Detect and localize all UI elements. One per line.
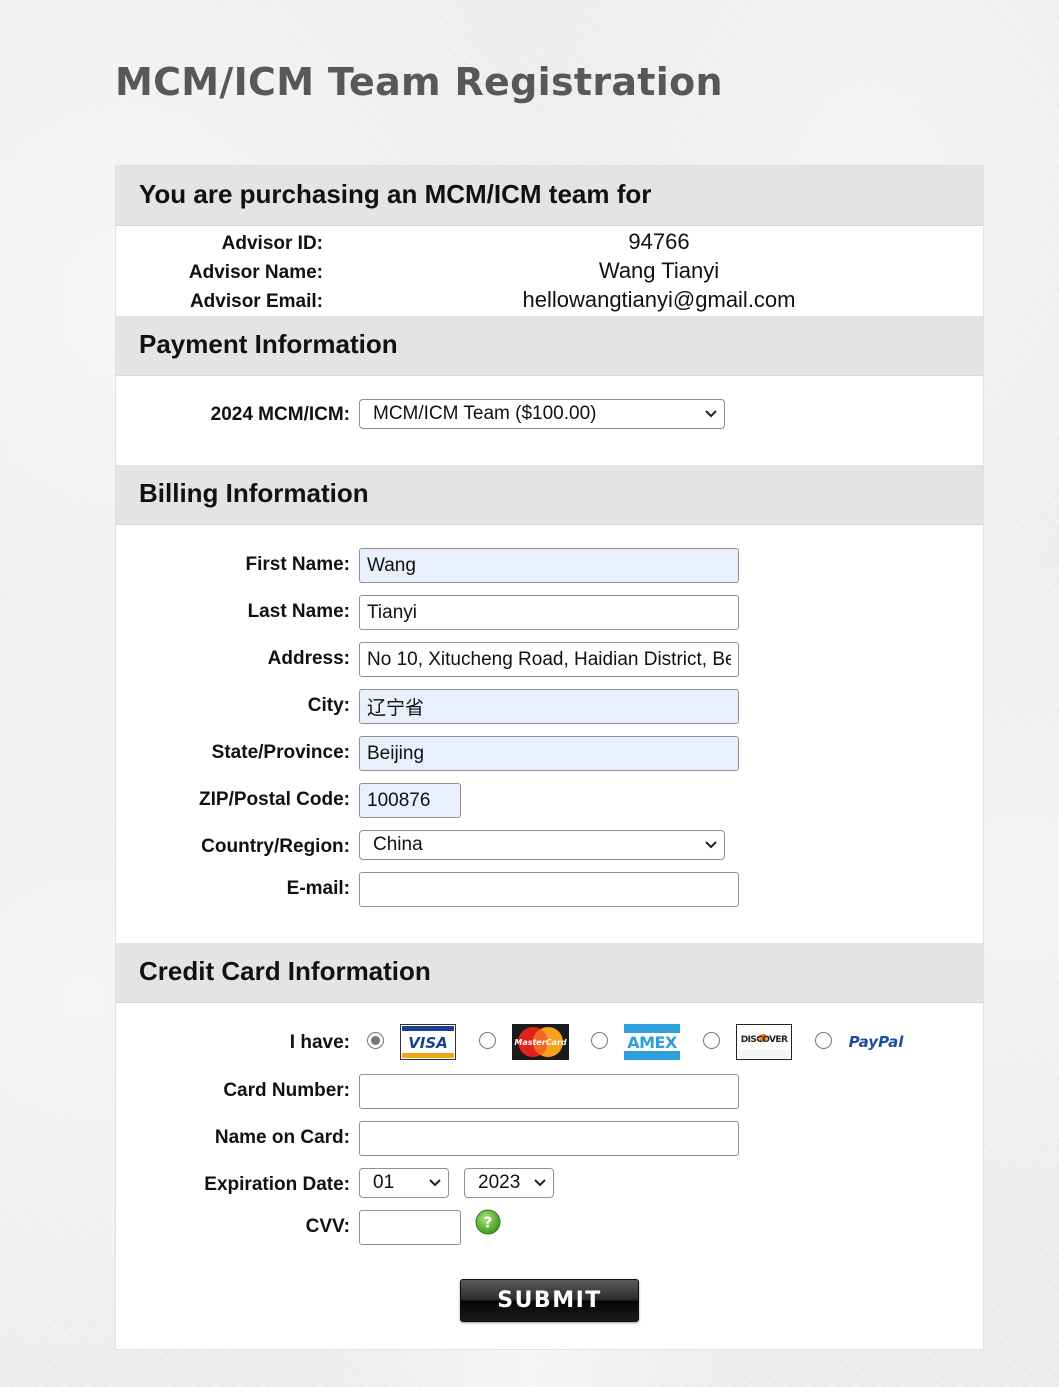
discover-logo-icon[interactable]: DISCOVER	[736, 1024, 792, 1060]
product-select-value: MCM/ICM Team ($100.00)	[373, 403, 597, 424]
exp-year-value: 2023	[478, 1172, 521, 1193]
paypal-logo-icon[interactable]: PayPal	[846, 1024, 906, 1060]
exp-month-value: 01	[373, 1172, 395, 1193]
chevron-down-icon	[534, 1179, 546, 1187]
country-select[interactable]: China	[359, 830, 725, 860]
email-field[interactable]	[359, 872, 739, 907]
payment-header-text: Payment Information	[139, 329, 398, 359]
paypal-logo-text: PayPal	[849, 1033, 905, 1051]
advisor-email-label: Advisor Email:	[189, 291, 323, 312]
amex-logo-icon[interactable]: AMEX	[624, 1024, 680, 1060]
first-name-label: First Name:	[245, 554, 350, 575]
name-on-card-field[interactable]	[359, 1121, 739, 1156]
question-mark-help-icon[interactable]: ?	[475, 1209, 501, 1235]
visa-logo-icon[interactable]: VISA	[400, 1024, 456, 1060]
credit-card-section-header: Credit Card Information	[116, 943, 983, 1003]
zip-field[interactable]	[359, 783, 461, 818]
product-select[interactable]: MCM/ICM Team ($100.00)	[359, 399, 725, 429]
mastercard-logo-text: MasterCard	[514, 1038, 567, 1047]
billing-header-text: Billing Information	[139, 478, 369, 508]
city-label: City:	[307, 695, 350, 716]
amex-logo-text: AMEX	[627, 1033, 678, 1052]
cvv-label: CVV:	[305, 1216, 350, 1237]
advisor-name-label: Advisor Name:	[188, 262, 323, 283]
visa-radio[interactable]	[367, 1032, 384, 1049]
mastercard-radio[interactable]	[479, 1032, 496, 1049]
card-number-field[interactable]	[359, 1074, 739, 1109]
last-name-label: Last Name:	[247, 601, 350, 622]
first-name-field[interactable]	[359, 548, 739, 583]
advisor-email-value: hellowangtianyi@gmail.com	[522, 287, 796, 312]
discover-radio[interactable]	[703, 1032, 720, 1049]
advisor-id-label: Advisor ID:	[221, 233, 323, 254]
chevron-down-icon	[705, 841, 717, 849]
city-field[interactable]	[359, 689, 739, 724]
name-on-card-label: Name on Card:	[214, 1127, 350, 1148]
advisor-id-value: 94766	[628, 229, 690, 254]
purchase-section-header: You are purchasing an MCM/ICM team for	[116, 166, 983, 226]
svg-text:?: ?	[484, 1214, 493, 1232]
exp-year-select[interactable]: 2023	[464, 1168, 554, 1198]
state-field[interactable]	[359, 736, 739, 771]
discover-logo-text: DISCOVER	[741, 1035, 788, 1045]
submit-button[interactable]: SUBMIT	[460, 1279, 639, 1322]
chevron-down-icon	[705, 410, 717, 418]
billing-section-header: Billing Information	[116, 465, 983, 525]
advisor-name-value: Wang Tianyi	[598, 258, 720, 283]
address-label: Address:	[267, 648, 350, 669]
paypal-radio[interactable]	[815, 1032, 832, 1049]
expiration-label: Expiration Date:	[204, 1174, 350, 1195]
zip-label: ZIP/Postal Code:	[199, 789, 350, 810]
state-label: State/Province:	[211, 742, 350, 763]
country-label: Country/Region:	[201, 836, 350, 857]
mastercard-logo-icon[interactable]: MasterCard	[512, 1024, 569, 1060]
i-have-label: I have:	[289, 1032, 350, 1053]
card-number-label: Card Number:	[223, 1080, 350, 1101]
email-label: E-mail:	[286, 878, 350, 899]
page-title: MCM/ICM Team Registration	[115, 60, 723, 104]
exp-month-select[interactable]: 01	[359, 1168, 449, 1198]
visa-logo-text: VISA	[408, 1034, 448, 1052]
amex-radio[interactable]	[591, 1032, 608, 1049]
last-name-field[interactable]	[359, 595, 739, 630]
address-field[interactable]	[359, 642, 739, 677]
chevron-down-icon	[429, 1179, 441, 1187]
cvv-field[interactable]	[359, 1210, 461, 1245]
payment-section-header: Payment Information	[116, 316, 983, 376]
registration-form: You are purchasing an MCM/ICM team for A…	[115, 165, 984, 1350]
country-select-value: China	[373, 834, 423, 855]
credit-card-header-text: Credit Card Information	[139, 956, 431, 986]
purchase-header-text: You are purchasing an MCM/ICM team for	[139, 179, 652, 209]
product-label: 2024 MCM/ICM:	[210, 404, 350, 425]
